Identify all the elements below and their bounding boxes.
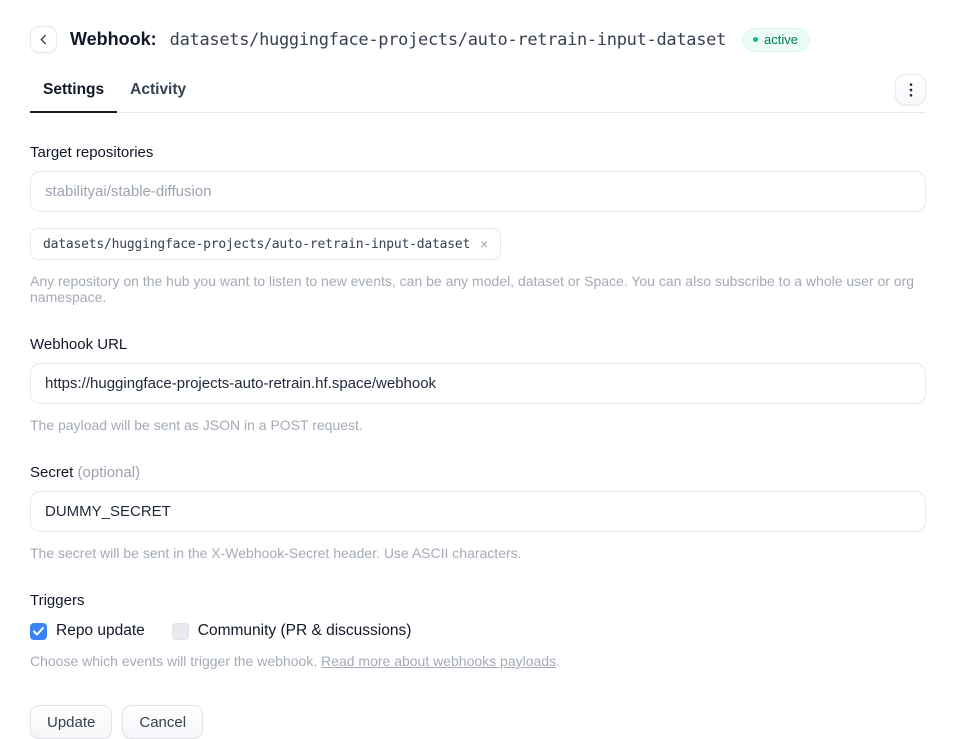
repo-update-checkbox[interactable]: [30, 623, 47, 640]
status-badge: active: [743, 28, 809, 52]
target-repositories-help: Any repository on the hub you want to li…: [30, 273, 926, 305]
webhooks-payloads-link[interactable]: Read more about webhooks payloads: [321, 653, 556, 669]
more-options-button[interactable]: [895, 74, 926, 105]
repository-chip-label: datasets/huggingface-projects/auto-retra…: [43, 237, 470, 252]
triggers-help-suffix: .: [556, 653, 560, 669]
tab-activity[interactable]: Activity: [117, 75, 199, 112]
triggers-help: Choose which events will trigger the web…: [30, 653, 926, 669]
page-header: Webhook: datasets/huggingface-projects/a…: [30, 26, 926, 53]
secret-label: Secret (optional): [30, 464, 926, 481]
target-repositories-input[interactable]: [30, 171, 926, 212]
repo-update-label: Repo update: [56, 622, 145, 640]
community-label: Community (PR & discussions): [198, 622, 412, 640]
triggers-label: Triggers: [30, 592, 926, 609]
tab-bar: Settings Activity: [30, 74, 926, 113]
secret-label-text: Secret: [30, 464, 73, 481]
triggers-options: Repo update Community (PR & discussions): [30, 622, 926, 640]
back-button[interactable]: [30, 26, 57, 53]
status-badge-label: active: [764, 32, 798, 47]
form-actions: Update Cancel: [30, 705, 926, 739]
triggers-help-prefix: Choose which events will trigger the web…: [30, 653, 321, 669]
community-checkbox[interactable]: [172, 623, 189, 640]
webhook-url-input[interactable]: [30, 363, 926, 404]
trigger-community[interactable]: Community (PR & discussions): [172, 622, 412, 640]
remove-repository-icon[interactable]: ×: [480, 236, 488, 252]
kebab-menu-icon: [909, 83, 913, 97]
target-repositories-chips: datasets/huggingface-projects/auto-retra…: [30, 228, 926, 260]
secret-input[interactable]: [30, 491, 926, 532]
target-repositories-label: Target repositories: [30, 144, 926, 161]
status-dot-icon: [753, 37, 758, 42]
webhook-id: datasets/huggingface-projects/auto-retra…: [170, 30, 726, 50]
page-title: Webhook:: [70, 29, 157, 50]
repository-chip: datasets/huggingface-projects/auto-retra…: [30, 228, 501, 260]
trigger-repo-update[interactable]: Repo update: [30, 622, 145, 640]
checkmark-icon: [33, 627, 44, 636]
update-button[interactable]: Update: [30, 705, 112, 739]
tab-settings[interactable]: Settings: [30, 75, 117, 112]
webhook-url-help: The payload will be sent as JSON in a PO…: [30, 417, 926, 433]
cancel-button[interactable]: Cancel: [122, 705, 203, 739]
chevron-left-icon: [38, 34, 49, 45]
secret-optional-text: (optional): [78, 464, 141, 481]
secret-help: The secret will be sent in the X-Webhook…: [30, 545, 926, 561]
webhook-settings-page: Webhook: datasets/huggingface-projects/a…: [0, 0, 964, 739]
webhook-url-label: Webhook URL: [30, 336, 926, 353]
